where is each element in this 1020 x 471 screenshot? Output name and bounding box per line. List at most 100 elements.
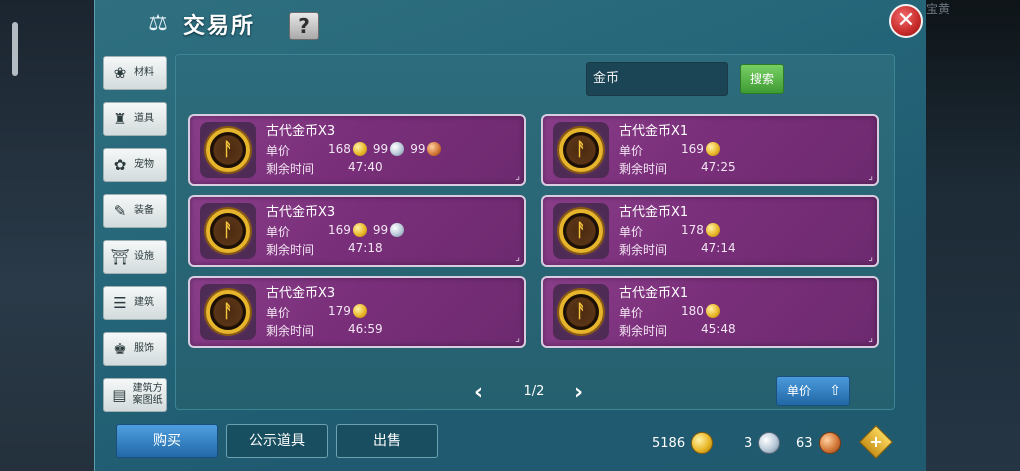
time-remaining: 47:25	[701, 160, 736, 174]
facility-icon: ⛩	[110, 248, 130, 266]
sidebar-item-label: 材料	[134, 67, 154, 78]
price-gold: 179	[328, 304, 351, 318]
sidebar-item-pets[interactable]: ✿ 宠物	[103, 148, 167, 182]
item-name: 古代金币X3	[266, 286, 336, 301]
sidebar-item-facilities[interactable]: ⛩ 设施	[103, 240, 167, 274]
sidebar-item-clothing[interactable]: ♚ 服饰	[103, 332, 167, 366]
side-drawer-handle[interactable]	[12, 22, 18, 76]
page-title: 交易所	[183, 14, 256, 39]
price-silver: 99	[372, 142, 389, 156]
time-label: 剩余时间	[266, 162, 315, 176]
sidebar-item-blueprints[interactable]: ▤ 建筑方案图纸	[103, 378, 167, 412]
sidebar-item-buildings[interactable]: ☰ 建筑	[103, 286, 167, 320]
silver-amount: 3	[744, 435, 753, 451]
time-remaining: 47:40	[348, 160, 383, 174]
search-button[interactable]: 搜索	[740, 64, 784, 94]
corner-mark-icon: ⌟	[868, 252, 873, 263]
item-frame: ᚨ	[200, 284, 256, 340]
sidebar-item-materials[interactable]: ❀ 材料	[103, 56, 167, 90]
listing-card[interactable]: ᚨ 古代金币X1 单价 178 剩余时间 47:14 ⌟	[541, 195, 879, 267]
ancient-coin-icon: ᚨ	[206, 209, 250, 253]
tab-buy[interactable]: 购买	[116, 424, 218, 458]
corner-mark-icon: ⌟	[868, 171, 873, 182]
paw-icon: ✿	[113, 156, 127, 174]
listing-card[interactable]: ᚨ 古代金币X1 单价 180 剩余时间 45:48 ⌟	[541, 276, 879, 348]
price-gold: 169	[328, 223, 351, 237]
item-frame: ᚨ	[553, 284, 609, 340]
item-frame: ᚨ	[553, 122, 609, 178]
time-label: 剩余时间	[619, 324, 668, 338]
ancient-coin-icon: ᚨ	[206, 290, 250, 334]
item-frame: ᚨ	[200, 122, 256, 178]
time-label: 剩余时间	[266, 324, 315, 338]
sidebar-item-label: 道具	[134, 113, 154, 124]
time-label: 剩余时间	[619, 162, 668, 176]
plus-icon: +	[869, 432, 883, 451]
item-name: 古代金币X1	[619, 124, 689, 139]
listing-card[interactable]: ᚨ 古代金币X3 单价 169 99 剩余时间 47:18 ⌟	[188, 195, 526, 267]
price-bronze: 99	[410, 142, 426, 156]
tab-sell[interactable]: 出售	[336, 424, 438, 458]
potion-icon: ♜	[113, 110, 127, 128]
sort-by-price-button[interactable]: 单价 ⇧	[776, 376, 850, 406]
price-gold: 168	[328, 142, 351, 156]
sidebar-item-label: 装备	[134, 205, 154, 216]
search-input[interactable]: 金币	[586, 62, 728, 96]
prev-page-button[interactable]: ‹	[474, 380, 483, 405]
price-label: 单价	[266, 306, 291, 320]
gold-coin-icon	[352, 142, 367, 156]
price-row: 179	[328, 304, 373, 318]
wallet-bronze: 63	[796, 432, 841, 454]
help-button[interactable]: ?	[289, 12, 319, 40]
next-page-button[interactable]: ›	[574, 380, 583, 405]
materials-icon: ❀	[113, 64, 127, 82]
sidebar-item-equipment[interactable]: ✎ 装备	[103, 194, 167, 228]
building-icon: ☰	[113, 294, 127, 312]
price-label: 单价	[619, 306, 644, 320]
price-label: 单价	[266, 144, 291, 158]
page-indicator: 1/2	[523, 384, 545, 399]
blueprint-icon: ▤	[112, 386, 127, 404]
price-label: 单价	[266, 225, 291, 239]
listing-card[interactable]: ᚨ 古代金币X3 单价 168 99 99 剩余时间 47:40 ⌟	[188, 114, 526, 186]
ancient-coin-icon: ᚨ	[206, 128, 250, 172]
silver-coin-icon	[390, 223, 405, 237]
scale-icon: ⚖	[148, 11, 168, 36]
clothing-icon: ♚	[113, 340, 127, 358]
bronze-amount: 63	[796, 435, 813, 451]
title-bar: ⚖ 交易所	[143, 6, 255, 42]
time-label: 剩余时间	[619, 243, 668, 257]
bronze-coin-icon	[427, 142, 442, 156]
sidebar-item-label: 建筑	[134, 297, 154, 308]
item-frame: ᚨ	[200, 203, 256, 259]
gold-coin-icon	[352, 223, 367, 237]
item-frame: ᚨ	[553, 203, 609, 259]
time-remaining: 45:48	[701, 322, 736, 336]
silver-coin-icon	[390, 142, 405, 156]
scene-right-edge: 宝黄	[926, 0, 1020, 471]
silver-coin-icon	[758, 432, 781, 454]
sidebar-item-items[interactable]: ♜ 道具	[103, 102, 167, 136]
time-remaining: 47:18	[348, 241, 383, 255]
listing-card[interactable]: ᚨ 古代金币X1 单价 169 剩余时间 47:25 ⌟	[541, 114, 879, 186]
item-name: 古代金币X1	[619, 286, 689, 301]
item-name: 古代金币X3	[266, 205, 336, 220]
gold-coin-icon	[691, 432, 714, 454]
wallet-silver: 3	[744, 432, 781, 454]
sidebar-item-label: 设施	[134, 251, 154, 262]
corner-mark-icon: ⌟	[515, 171, 520, 182]
price-row: 169 99	[328, 223, 410, 237]
bronze-coin-icon	[818, 432, 841, 454]
tab-public-items[interactable]: 公示道具	[226, 424, 328, 458]
listing-card[interactable]: ᚨ 古代金币X3 单价 179 剩余时间 46:59 ⌟	[188, 276, 526, 348]
corner-mark-icon: ⌟	[515, 252, 520, 263]
price-label: 单价	[619, 144, 644, 158]
sort-label: 单价	[787, 384, 812, 398]
corner-mark-icon: ⌟	[515, 333, 520, 344]
price-gold: 178	[681, 223, 704, 237]
wallet-gold: 5186	[652, 432, 714, 454]
price-label: 单价	[619, 225, 644, 239]
gold-coin-icon	[705, 304, 720, 318]
close-button[interactable]: ✕	[889, 4, 923, 38]
sidebar-item-label: 服饰	[134, 343, 154, 354]
